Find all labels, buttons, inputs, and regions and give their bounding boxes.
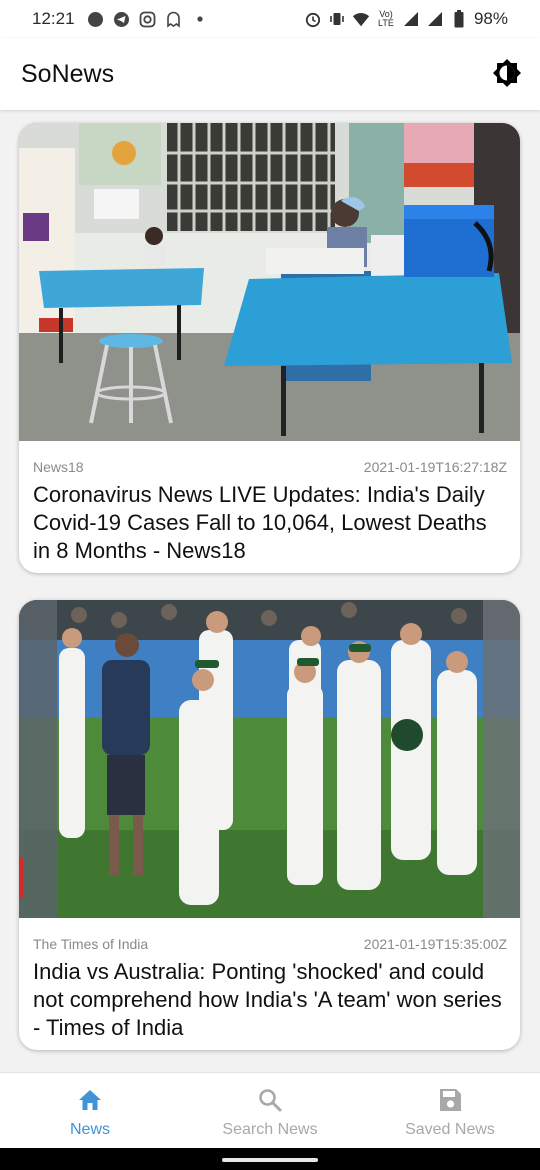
system-navigation-bar (0, 1148, 540, 1170)
article-image (19, 600, 520, 918)
nav-label-news: News (69, 1121, 110, 1138)
article-source: The Times of India (33, 936, 149, 952)
app-title: SoNews (21, 60, 115, 88)
status-time: 12:21 (32, 9, 75, 28)
system-status: Vo) LTE 98% (304, 0, 508, 38)
home-icon (79, 1090, 101, 1110)
signal-icon (426, 10, 444, 28)
nav-label-search: Search News (222, 1121, 318, 1138)
messenger-icon (87, 10, 105, 28)
wifi-icon (352, 10, 370, 28)
notification-icons (87, 10, 209, 28)
home-indicator[interactable] (222, 1158, 318, 1162)
article-card[interactable]: The Times of India 2021-01-19T15:35:00Z … (19, 600, 520, 1050)
dot-icon (191, 10, 209, 28)
news-feed[interactable]: News18 2021-01-19T16:27:18Z Coronavirus … (0, 110, 540, 1072)
article-date: 2021-01-19T16:27:18Z (363, 459, 507, 475)
article-image (19, 123, 520, 441)
battery-percent: 98% (473, 9, 508, 28)
signal-icon (402, 10, 420, 28)
article-source: News18 (33, 459, 84, 475)
article-date: 2021-01-19T15:35:00Z (363, 936, 507, 952)
article-meta: The Times of India 2021-01-19T15:35:00Z (33, 936, 507, 952)
ghost-icon (165, 10, 183, 28)
nav-label-saved: Saved News (405, 1121, 495, 1138)
instagram-icon (139, 10, 157, 28)
article-meta: News18 2021-01-19T16:27:18Z (33, 459, 507, 475)
status-bar: 12:21 Vo) LTE 98% (0, 0, 540, 38)
vibrate-icon (328, 10, 346, 28)
nav-item-search[interactable]: Search News (180, 1073, 360, 1149)
nav-item-news[interactable]: News (0, 1073, 180, 1149)
battery-icon (450, 10, 468, 28)
brightness-icon[interactable] (492, 58, 522, 88)
telegram-icon (113, 10, 131, 28)
network-type-label: Vo) LTE (378, 9, 394, 28)
nav-item-saved[interactable]: Saved News (360, 1073, 540, 1149)
article-card[interactable]: News18 2021-01-19T16:27:18Z Coronavirus … (19, 123, 520, 573)
save-icon (440, 1089, 461, 1111)
app-bar: SoNews (0, 38, 540, 110)
bottom-navigation: News Search News Saved News (0, 1072, 540, 1149)
search-icon (259, 1089, 282, 1112)
alarm-icon (304, 10, 322, 28)
article-title[interactable]: India vs Australia: Ponting 'shocked' an… (33, 958, 506, 1042)
article-title[interactable]: Coronavirus News LIVE Updates: India's D… (33, 481, 506, 565)
